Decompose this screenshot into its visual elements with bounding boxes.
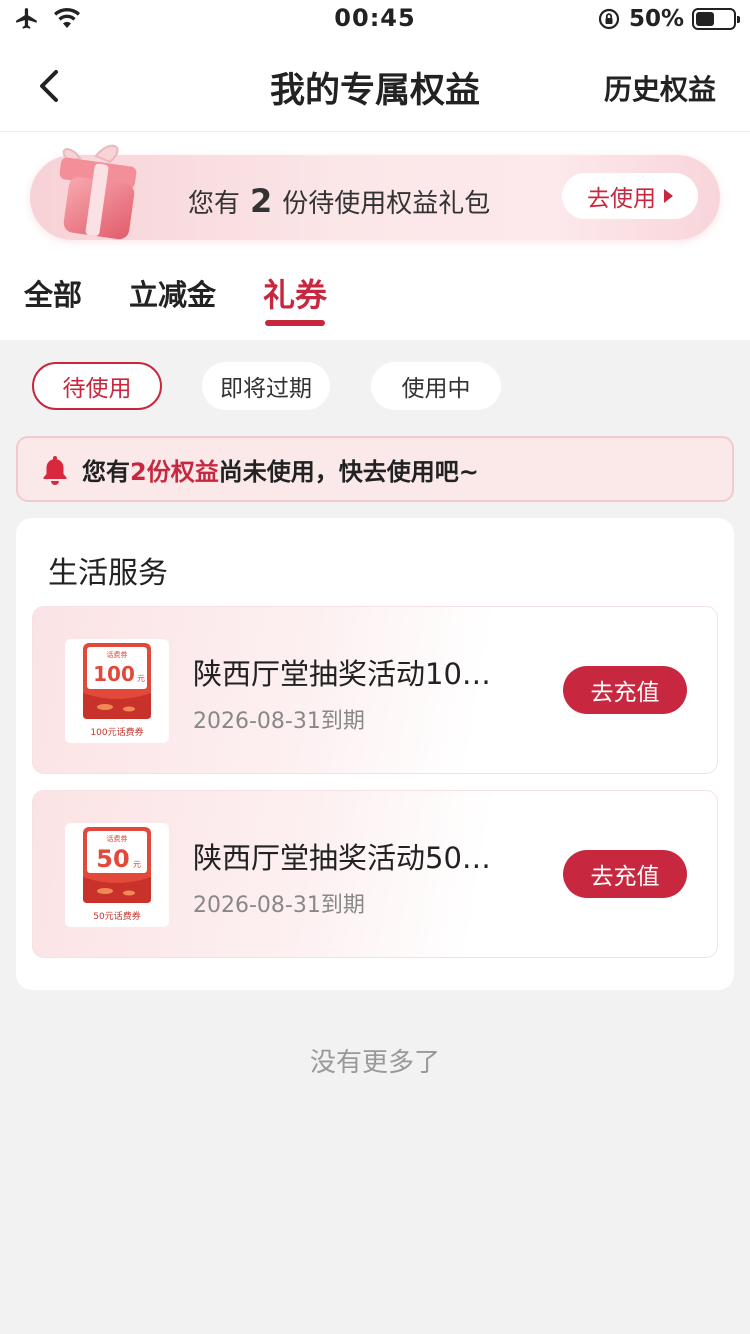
back-button[interactable] (30, 66, 70, 106)
coupon-thumbnail: 话费券 100 元 100元话费券 (65, 639, 169, 743)
recharge-button[interactable]: 去充值 (563, 666, 687, 714)
rotation-lock-icon (598, 8, 620, 30)
filter-expiring-soon[interactable]: 即将过期 (202, 362, 330, 410)
battery-icon (692, 8, 740, 30)
use-now-label: 去使用 (587, 186, 656, 212)
thumb-unit: 元 (137, 674, 145, 683)
thumb-top-label: 话费券 (107, 834, 128, 843)
banner-count: 2 (250, 182, 273, 220)
chevron-left-icon (40, 70, 58, 102)
coupon-name: 陕西厅堂抽奖活动10… (193, 657, 491, 691)
coupon-name: 陕西厅堂抽奖活动50… (193, 841, 491, 875)
status-right: 50% (597, 6, 740, 32)
coupon-thumbnail: 话费券 50 元 50元话费券 (65, 823, 169, 927)
banner-text: 您有 2 份待使用权益礼包 (188, 182, 490, 220)
thumb-amount: 100 (93, 662, 135, 686)
use-now-button[interactable]: 去使用 (562, 173, 698, 219)
thumb-top-label: 话费券 (107, 650, 128, 659)
notice-text: 您有2份权益尚未使用，快去使用吧~ (82, 452, 479, 487)
battery-fill (696, 12, 714, 26)
nav-bar: 我的专属权益 历史权益 (0, 40, 750, 132)
no-more-text: 没有更多了 (309, 1048, 440, 1078)
unused-notice: 您有2份权益尚未使用，快去使用吧~ (16, 436, 734, 502)
tab-active-indicator (265, 320, 325, 326)
coupon-expiry: 2026-08-31到期 (193, 709, 365, 734)
status-bar: 00:45 50% (0, 0, 750, 40)
battery-percent: 50% (628, 6, 684, 32)
filter-pending[interactable]: 待使用 (32, 362, 162, 410)
coupon-item[interactable]: 话费券 100 元 100元话费券 陕西厅堂抽奖活动10… 2026-08-31… (32, 606, 718, 774)
thumb-caption: 50元话费券 (93, 910, 140, 922)
phone-bill-coupon-icon: 话费券 50 元 50元话费券 (83, 827, 151, 922)
triangle-right-icon (664, 189, 673, 203)
notice-highlight: 2份权益 (130, 457, 219, 486)
thumb-unit: 元 (133, 860, 141, 869)
coupon-expiry: 2026-08-31到期 (193, 893, 365, 918)
history-benefits-link[interactable]: 历史权益 (604, 68, 716, 108)
gift-box-icon (59, 144, 137, 240)
banner-prefix: 您有 (188, 189, 241, 219)
bell-icon (43, 456, 67, 485)
tab-instant-discount[interactable]: 立减金 (129, 272, 216, 314)
filter-in-use[interactable]: 使用中 (371, 362, 501, 410)
notice-prefix: 您有 (82, 457, 130, 486)
tab-coupons[interactable]: 礼券 (263, 270, 327, 316)
banner-suffix: 份待使用权益礼包 (282, 189, 491, 219)
tab-all[interactable]: 全部 (24, 272, 82, 314)
thumb-amount: 50 (96, 845, 129, 873)
recharge-button[interactable]: 去充值 (563, 850, 687, 898)
phone-bill-coupon-icon: 话费券 100 元 100元话费券 (83, 643, 151, 738)
thumb-caption: 100元话费券 (90, 726, 143, 738)
section-title: 生活服务 (48, 556, 168, 591)
coupon-item[interactable]: 话费券 50 元 50元话费券 陕西厅堂抽奖活动50… 2026-08-31到期… (32, 790, 718, 958)
notice-suffix: 尚未使用，快去使用吧~ (218, 457, 479, 486)
